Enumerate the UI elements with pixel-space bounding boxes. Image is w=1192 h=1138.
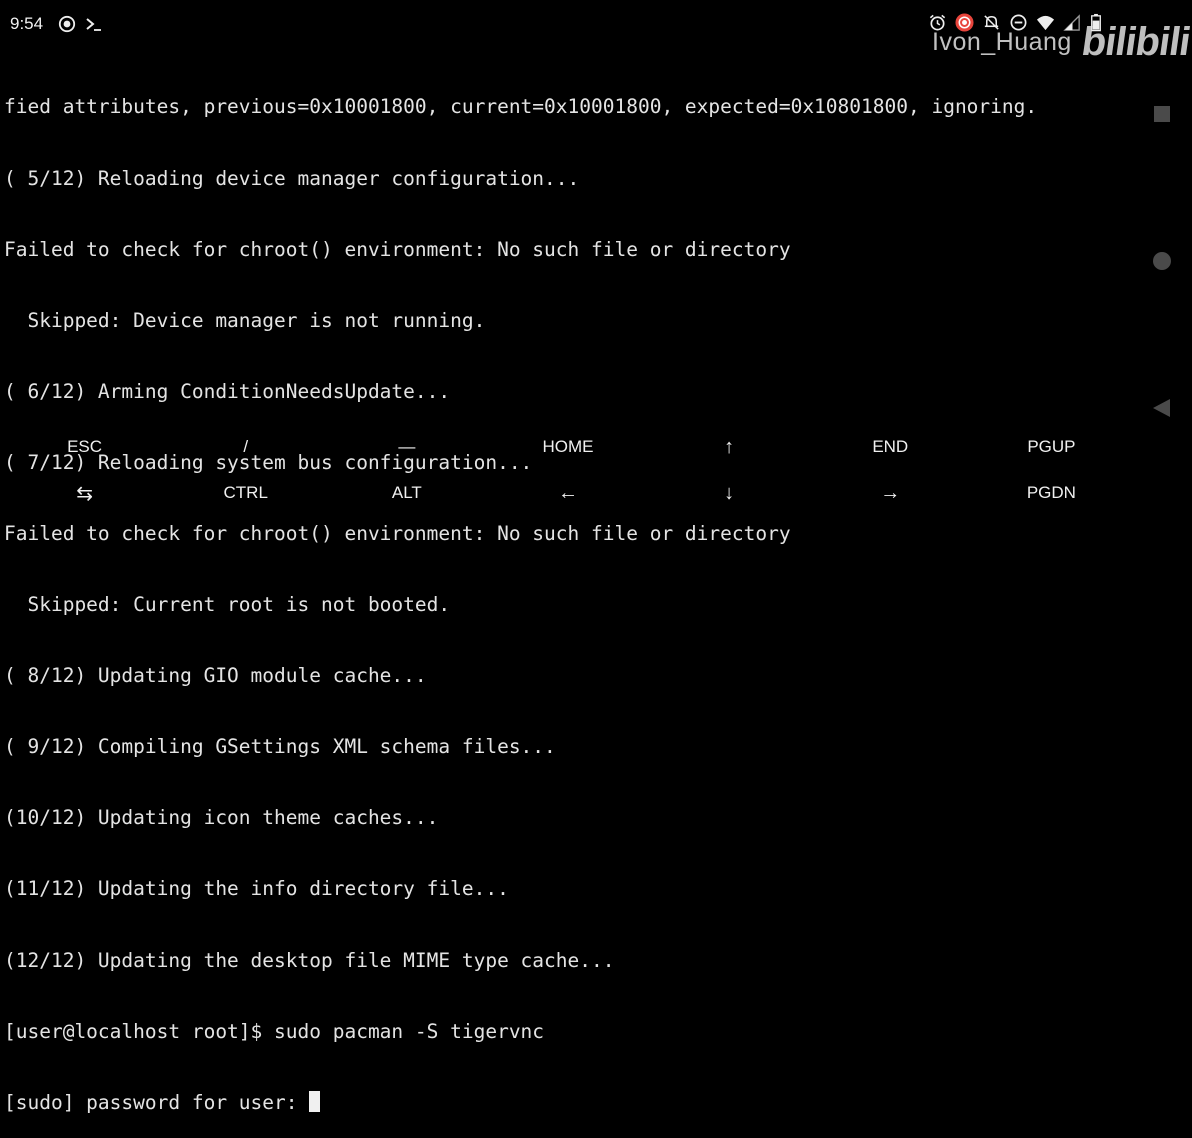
terminal-line: ( 5/12) Reloading device manager configu… — [4, 166, 580, 190]
key-home[interactable]: HOME — [487, 424, 648, 470]
terminal-line: ( 6/12) Arming ConditionNeedsUpdate... — [4, 379, 451, 403]
key-pgdn[interactable]: PGDN — [971, 470, 1132, 516]
home-button-icon[interactable] — [1150, 249, 1174, 273]
key-arrow-down[interactable]: ↓ — [649, 470, 810, 516]
terminal-line: ( 8/12) Updating GIO module cache... — [4, 664, 427, 688]
key-alt[interactable]: ALT — [326, 470, 487, 516]
terminal-line: (12/12) Updating the desktop file MIME t… — [4, 948, 615, 972]
terminal-line: Skipped: Device manager is not running. — [4, 308, 486, 332]
terminal-icon — [86, 18, 101, 31]
key-end[interactable]: END — [810, 424, 971, 470]
key-arrow-left[interactable]: ← — [487, 470, 648, 516]
status-bar: 9:54 Ivon_Huang bilibili — [0, 0, 1192, 64]
back-button-icon[interactable] — [1150, 396, 1174, 420]
extra-keys-bar: ESC / — HOME ↑ END PGUP ⇆ CTRL ALT ← ↓ →… — [4, 424, 1132, 516]
recents-button-icon[interactable] — [1150, 102, 1174, 126]
key-pgup[interactable]: PGUP — [971, 424, 1132, 470]
key-arrow-right[interactable]: → — [810, 470, 971, 516]
terminal-output[interactable]: fied attributes, previous=0x10001800, cu… — [4, 48, 1124, 1138]
password-prompt: [sudo] password for user: — [4, 1090, 310, 1114]
key-dash[interactable]: — — [326, 424, 487, 470]
terminal-line: (11/12) Updating the info directory file… — [4, 877, 509, 901]
status-time: 9:54 — [10, 14, 44, 33]
record-icon — [58, 15, 76, 33]
key-arrow-up[interactable]: ↑ — [649, 424, 810, 470]
key-ctrl[interactable]: CTRL — [165, 470, 326, 516]
terminal-prompt-line[interactable]: [sudo] password for user: — [4, 1090, 1124, 1115]
key-slash[interactable]: / — [165, 424, 326, 470]
terminal-line: [user@localhost root]$ sudo pacman -S ti… — [4, 1019, 545, 1043]
terminal-line: fied attributes, previous=0x10001800, cu… — [4, 95, 1038, 119]
terminal-line: Failed to check for chroot() environment… — [4, 237, 791, 261]
terminal-line: ( 9/12) Compiling GSettings XML schema f… — [4, 735, 556, 759]
terminal-cursor — [309, 1090, 321, 1112]
terminal-line: Skipped: Current root is not booted. — [4, 593, 451, 617]
key-tab[interactable]: ⇆ — [4, 470, 165, 516]
terminal-line: Failed to check for chroot() environment… — [4, 521, 791, 545]
key-esc[interactable]: ESC — [4, 424, 165, 470]
terminal-line: (10/12) Updating icon theme caches... — [4, 806, 439, 830]
